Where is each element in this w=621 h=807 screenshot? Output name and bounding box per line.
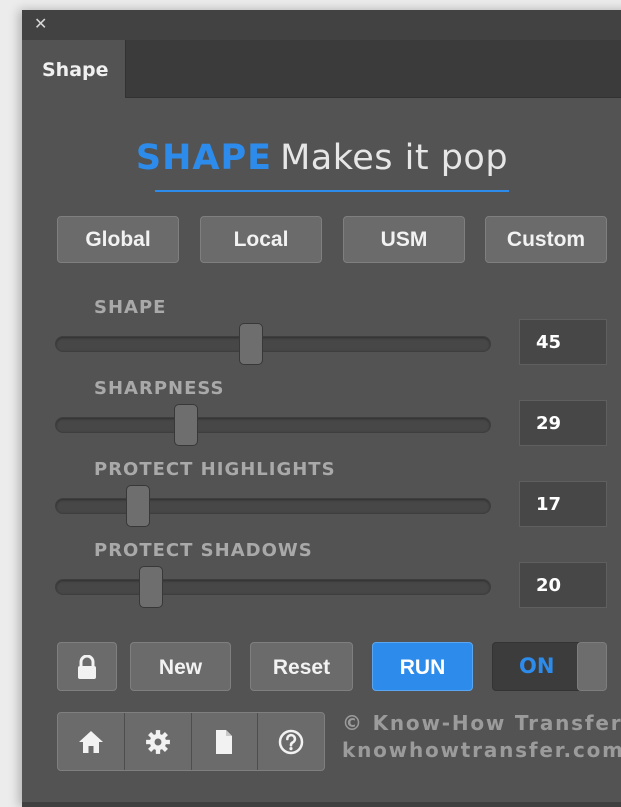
shape-panel: ✕ « Shape SHAPEMakes it pop Global Local…	[22, 10, 621, 807]
reset-button[interactable]: Reset	[250, 642, 353, 691]
gear-icon	[145, 729, 170, 754]
header-underline	[155, 190, 509, 192]
tab-shape[interactable]: Shape	[22, 40, 126, 98]
protect-highlights-value-input[interactable]	[519, 481, 607, 527]
panel-header: SHAPE Makes it pop	[22, 138, 621, 178]
on-off-toggle[interactable]: ON	[492, 642, 607, 691]
brand-title: SHAPE	[135, 138, 273, 178]
preset-custom-button[interactable]: Custom	[485, 216, 607, 263]
protect-shadows-slider-label: PROTECT SHADOWS	[94, 540, 313, 561]
protect-shadows-slider-thumb[interactable]	[139, 566, 164, 608]
credits: © Know-How Transfer knowhowtransfer.com	[342, 710, 621, 764]
shape-value-input[interactable]	[519, 319, 607, 365]
sharpness-value-input[interactable]	[519, 400, 607, 446]
protect-highlights-slider-label: PROTECT HIGHLIGHTS	[94, 459, 336, 480]
document-button[interactable]	[192, 713, 259, 770]
sharpness-slider-track[interactable]	[55, 417, 491, 433]
toggle-label: ON	[519, 654, 555, 678]
preset-usm-button[interactable]: USM	[343, 216, 465, 263]
shape-slider-thumb[interactable]	[239, 323, 264, 365]
credits-website[interactable]: knowhowtransfer.com	[342, 737, 621, 764]
protect-highlights-slider-thumb[interactable]	[126, 485, 151, 527]
settings-button[interactable]	[125, 713, 192, 770]
lock-icon	[78, 654, 96, 680]
close-icon[interactable]: ✕	[34, 14, 47, 34]
protect-shadows-value-input[interactable]	[519, 562, 607, 608]
credits-company: © Know-How Transfer	[342, 711, 621, 735]
home-button[interactable]	[58, 713, 125, 770]
new-button[interactable]: New	[130, 642, 231, 691]
icon-toolbar	[57, 712, 325, 771]
sharpness-slider-thumb[interactable]	[174, 404, 199, 446]
shape-slider-label: SHAPE	[94, 297, 167, 318]
home-icon	[78, 730, 103, 753]
help-icon	[278, 729, 304, 754]
lock-button[interactable]	[57, 642, 117, 691]
sharpness-slider-label: SHARPNESS	[94, 378, 225, 399]
help-button[interactable]	[258, 713, 324, 770]
toggle-knob[interactable]	[577, 642, 607, 691]
preset-global-button[interactable]: Global	[57, 216, 179, 263]
document-icon	[216, 729, 233, 754]
run-button[interactable]: RUN	[372, 642, 473, 691]
shape-slider-track[interactable]	[55, 336, 491, 352]
preset-local-button[interactable]: Local	[200, 216, 322, 263]
tab-label: Shape	[42, 59, 109, 81]
panel-footer	[22, 802, 621, 807]
protect-highlights-slider-track[interactable]	[55, 498, 491, 514]
tagline: Makes it pop	[280, 138, 509, 178]
tab-bar: Shape	[22, 40, 621, 98]
protect-shadows-slider-track[interactable]	[55, 579, 491, 595]
title-bar: ✕ «	[22, 10, 621, 40]
